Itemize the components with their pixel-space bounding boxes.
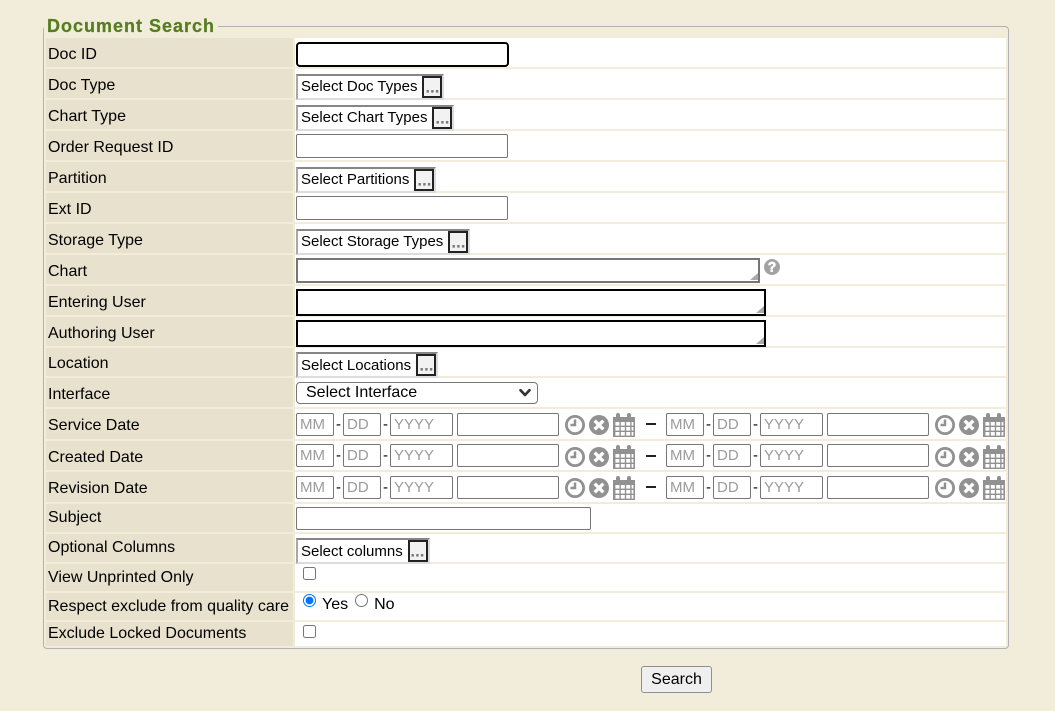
svg-text:?: ? bbox=[768, 260, 776, 275]
